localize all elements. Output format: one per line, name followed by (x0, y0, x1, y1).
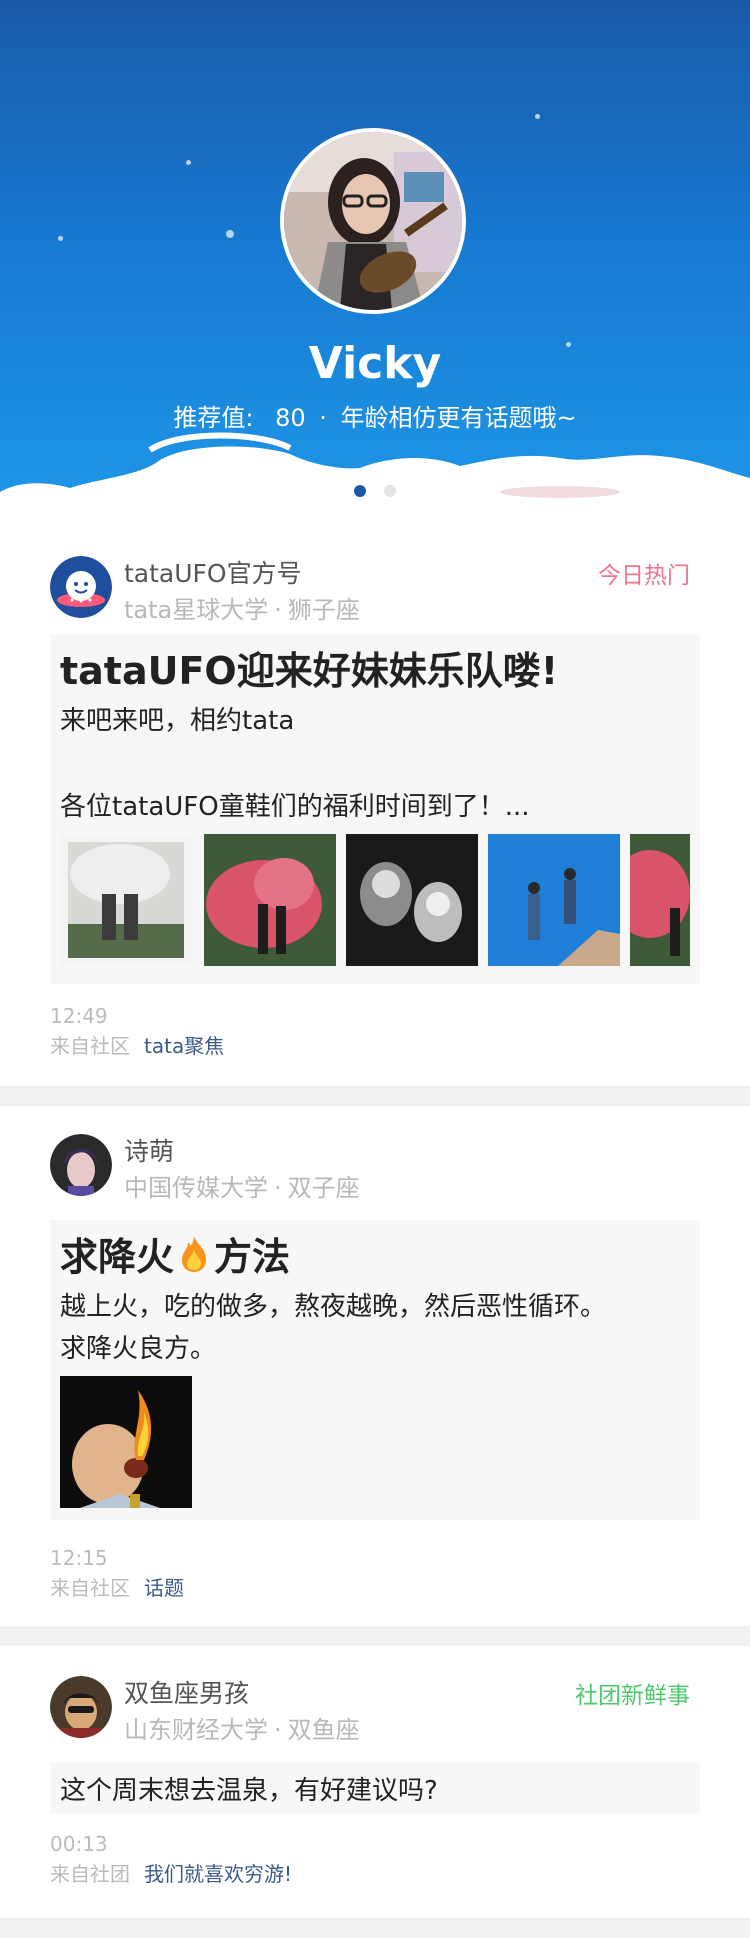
profile-avatar[interactable] (280, 128, 466, 314)
recommend-line: 推荐值: 80 · 年龄相仿更有话题哦~ (0, 398, 750, 433)
post-source: 来自社区 tata聚焦 (50, 1030, 224, 1059)
recommend-label: 推荐值: (173, 404, 254, 432)
profile-photo (284, 132, 462, 310)
post-image[interactable] (60, 834, 192, 966)
recommend-value: 80 (275, 404, 306, 432)
profile-header: Vicky 推荐值: 80 · 年龄相仿更有话题哦~ (0, 0, 750, 520)
author-name[interactable]: 双鱼座男孩 (124, 1674, 249, 1710)
post-image[interactable] (488, 834, 620, 966)
hot-tag[interactable]: 今日热门 (598, 556, 690, 590)
author-zodiac: 双鱼座 (287, 1716, 360, 1744)
post-text-line: 求降火良方。 (60, 1334, 217, 1364)
post-title-prefix: 求降火 (60, 1235, 175, 1279)
star-decoration (186, 160, 191, 165)
source-link[interactable]: 话题 (144, 1576, 184, 1600)
profile-name: Vicky (308, 338, 442, 389)
author-name[interactable]: tataUFO官方号 (124, 554, 302, 590)
source-link[interactable]: 我们就喜欢穷游! (144, 1862, 292, 1886)
meta-separator: · (274, 1174, 282, 1202)
post-image[interactable] (204, 834, 336, 966)
page-indicator (0, 482, 750, 501)
author-school: 山东财经大学 (124, 1716, 268, 1744)
author-meta: tata星球大学 · 狮子座 (124, 590, 360, 625)
post-author-row: 诗萌 中国传媒大学 · 双子座 (50, 1134, 700, 1204)
star-decoration (226, 230, 234, 238)
author-name[interactable]: 诗萌 (124, 1132, 174, 1168)
author-zodiac: 双子座 (287, 1174, 360, 1202)
page-dot-active[interactable] (354, 485, 367, 497)
source-label: 来自社区 (50, 1576, 130, 1600)
cloud-decoration (0, 432, 750, 520)
fire-icon (176, 1234, 212, 1274)
author-meta: 山东财经大学 · 双鱼座 (124, 1710, 360, 1745)
post-time: 12:15 (50, 1546, 108, 1570)
post-author-row: 双鱼座男孩 山东财经大学 · 双鱼座 社团新鲜事 (50, 1676, 700, 1746)
card-divider (0, 1086, 750, 1106)
post-text-line: 各位tataUFO童鞋们的福利时间到了！... (60, 792, 530, 822)
post-content[interactable]: 求降火 方法 越上火，吃的做多，熬夜越晚，然后恶性循环。 求降火良方。 (50, 1220, 700, 1520)
source-label: 来自社区 (50, 1034, 130, 1058)
post-time: 12:49 (50, 1004, 108, 1028)
author-zodiac: 狮子座 (287, 596, 360, 624)
post-text-line: 越上火，吃的做多，熬夜越晚，然后恶性循环。 (60, 1292, 607, 1322)
source-label: 来自社团 (50, 1862, 130, 1886)
ufo-logo-icon[interactable] (50, 556, 112, 618)
feed-card[interactable]: tataUFO官方号 tata星球大学 · 狮子座 今日热门 tataUFO迎来好妹… (0, 520, 750, 1086)
separator-dot: · (319, 404, 327, 432)
star-decoration (58, 236, 63, 241)
post-source: 来自社区 话题 (50, 1572, 184, 1601)
source-link[interactable]: tata聚焦 (144, 1034, 224, 1058)
age-note: 年龄相仿更有话题哦~ (340, 404, 577, 432)
post-time: 00:13 (50, 1832, 108, 1856)
post-title: 求降火 方法 (60, 1226, 290, 1281)
post-title: tataUFO迎来好妹妹乐队喽! (60, 649, 559, 693)
post-text-line: 这个周末想去温泉，有好建议吗? (60, 1776, 438, 1806)
avatar[interactable] (50, 1134, 112, 1196)
feed-card[interactable]: 双鱼座男孩 山东财经大学 · 双鱼座 社团新鲜事 这个周末想去温泉，有好建议吗? 0… (0, 1646, 750, 1918)
meta-separator: · (274, 596, 282, 624)
club-tag[interactable]: 社团新鲜事 (575, 1676, 690, 1710)
card-divider (0, 1626, 750, 1646)
post-image[interactable] (630, 834, 690, 966)
post-image[interactable] (60, 1376, 192, 1508)
author-school: 中国传媒大学 (124, 1174, 268, 1202)
post-source: 来自社团 我们就喜欢穷游! (50, 1858, 292, 1887)
author-meta: 中国传媒大学 · 双子座 (124, 1168, 360, 1203)
post-author-row: tataUFO官方号 tata星球大学 · 狮子座 今日热门 (50, 556, 700, 626)
meta-separator: · (274, 1716, 282, 1744)
avatar[interactable] (50, 1676, 112, 1738)
feed-card[interactable]: 诗萌 中国传媒大学 · 双子座 求降火 方法 越上火，吃的做多，熬夜越晚，然后恶性循环… (0, 1106, 750, 1626)
post-title-suffix: 方法 (214, 1235, 291, 1279)
author-school: tata星球大学 (124, 596, 269, 624)
page-dot[interactable] (383, 485, 396, 497)
star-decoration (535, 114, 540, 119)
post-content[interactable]: 这个周末想去温泉，有好建议吗? (50, 1762, 700, 1814)
post-image[interactable] (346, 834, 478, 966)
post-content[interactable]: tataUFO迎来好妹妹乐队喽! 来吧来吧，相约tata 各位tataUFO童鞋… (50, 634, 700, 984)
card-divider (0, 1918, 750, 1938)
post-text-line: 来吧来吧，相约tata (60, 706, 295, 736)
